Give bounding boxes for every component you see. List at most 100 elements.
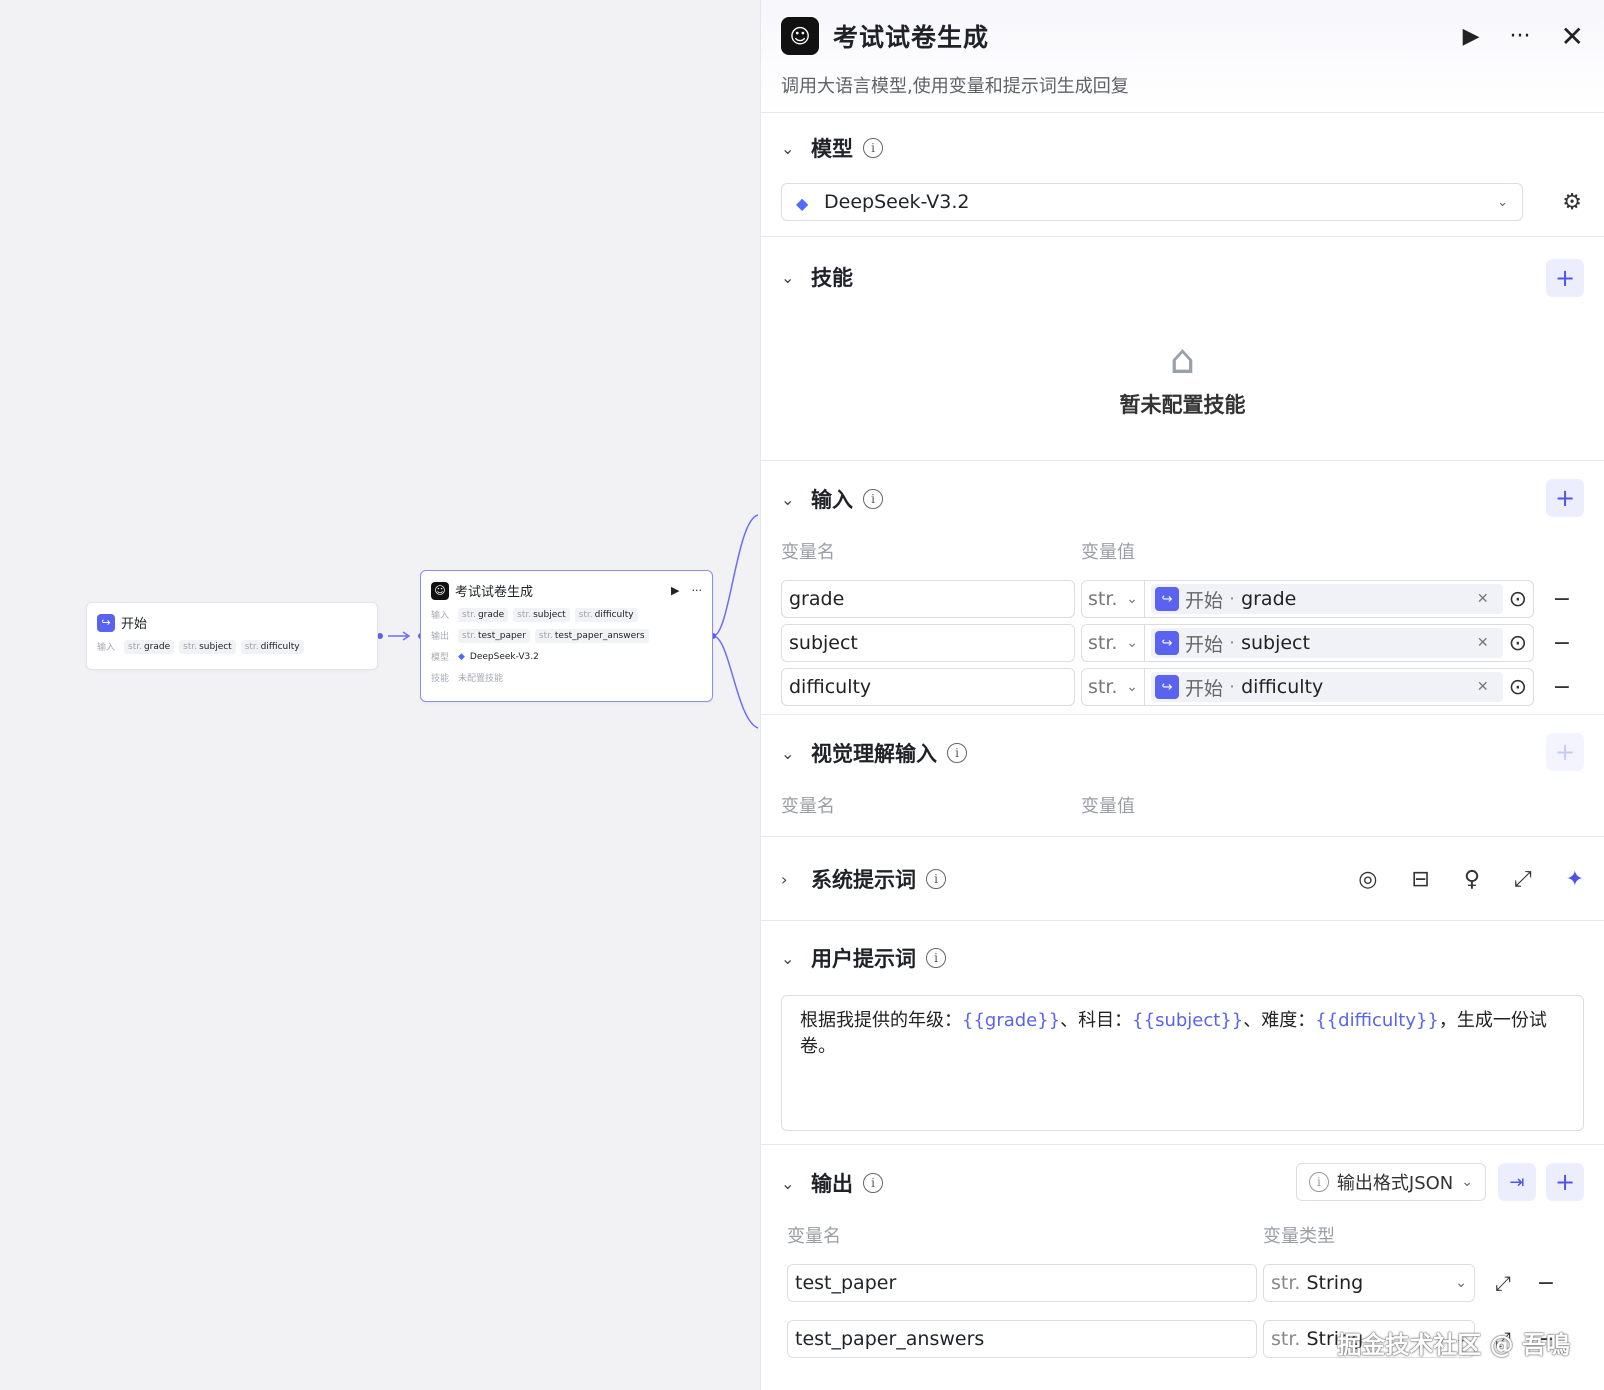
target-icon[interactable]: ⊙	[1509, 675, 1527, 700]
empty-box-icon: ⌂	[1169, 337, 1196, 383]
var-ref-field[interactable]: ↪ 开始 · subject ✕ ⊙	[1145, 624, 1534, 662]
add-output-button[interactable]: +	[1546, 1163, 1584, 1201]
var-type-select[interactable]: str. ⌄	[1081, 580, 1145, 618]
prompt-text: 根据我提供的年级：	[800, 1010, 962, 1031]
chevron-down-icon[interactable]: ⌄	[781, 1174, 811, 1193]
panel-description[interactable]: 调用大语言模型,使用变量和提示词生成回复	[781, 72, 1584, 98]
add-input-button[interactable]: +	[1546, 479, 1584, 517]
start-node[interactable]: ↪ 开始 输入 str. grade str. subject str. diffic…	[86, 602, 378, 670]
output-label: 输出	[431, 632, 450, 642]
user-prompt-section: ⌄ 用户提示词 i 根据我提供的年级：{{grade}}、科目：{{subjec…	[761, 921, 1604, 1145]
user-prompt-editor[interactable]: 根据我提供的年级：{{grade}}、科目：{{subject}}、难度：{{d…	[781, 995, 1584, 1131]
info-icon[interactable]: i	[926, 948, 946, 968]
output-format-select[interactable]: i 输出格式JSON ⌄	[1295, 1163, 1486, 1201]
input-row: difficulty str. ⌄ ↪ 开始 · difficulty ✕ ⊙ −	[781, 665, 1584, 709]
remove-input-button[interactable]: −	[1540, 675, 1584, 700]
inputs-section: ⌄ 输入 i + 变量名 变量值 grade str. ⌄ ↪ 开始 · grad…	[761, 461, 1604, 715]
model-select[interactable]: ◆ DeepSeek-V3.2 ⌄	[781, 183, 1523, 221]
vision-input-section: ⌄ 视觉理解输入 i + 变量名 变量值	[761, 715, 1604, 837]
section-title: 用户提示词	[811, 947, 916, 971]
prompt-library-icon[interactable]: ⊟	[1411, 867, 1429, 892]
llm-node-outputs: 输出 str. test_paper str. test_paper_answers	[421, 625, 712, 646]
lightbulb-icon[interactable]: ♀	[1464, 867, 1480, 892]
workflow-canvas[interactable]: ↪ 开始 输入 str. grade str. subject str. diffic…	[0, 0, 760, 1390]
chevron-down-icon: ⌄	[1126, 679, 1138, 695]
expand-icon[interactable]: ⤢	[1481, 1271, 1525, 1295]
col-label-type: 变量类型	[1263, 1226, 1335, 1247]
model-section: ⌄ 模型 i ◆ DeepSeek-V3.2 ⌄ ⚙	[761, 113, 1604, 237]
gear-icon[interactable]: ⚙	[1562, 190, 1582, 215]
info-icon[interactable]: i	[926, 869, 946, 889]
clear-icon[interactable]: ✕	[1477, 591, 1489, 607]
section-title: 模型	[811, 137, 853, 161]
play-icon[interactable]: ▶	[671, 584, 679, 597]
expand-icon[interactable]: ⤢	[1514, 867, 1532, 892]
info-icon[interactable]: i	[863, 138, 883, 158]
info-icon[interactable]: i	[863, 1173, 883, 1193]
compass-icon[interactable]: ◎	[1358, 867, 1377, 892]
var-chip: str. subject	[513, 607, 570, 622]
var-name-field[interactable]: subject	[781, 624, 1075, 662]
play-icon[interactable]: ▶	[1463, 24, 1480, 49]
output-name-field[interactable]: test_paper	[787, 1264, 1257, 1302]
var-ref-field[interactable]: ↪ 开始 · difficulty ✕ ⊙	[1145, 668, 1534, 706]
var-chip: str. grade	[124, 639, 175, 654]
var-type-select[interactable]: str. ⌄	[1081, 668, 1145, 706]
clear-icon[interactable]: ✕	[1477, 679, 1489, 695]
prompt-text: 、科目：	[1060, 1010, 1133, 1031]
output-row: test_paper str. String ⌄ ⤢ −	[781, 1255, 1584, 1311]
remove-input-button[interactable]: −	[1540, 631, 1584, 656]
section-title: 输入	[811, 488, 853, 512]
skills-empty-state: ⌂ 暂未配置技能	[781, 317, 1584, 419]
output-type-select[interactable]: str. String ⌄	[1263, 1264, 1475, 1302]
add-skill-button[interactable]: +	[1546, 259, 1584, 297]
var-chip: str. difficulty	[574, 607, 638, 622]
var-name-field[interactable]: difficulty	[781, 668, 1075, 706]
deepseek-icon: ◆	[796, 194, 809, 213]
llm-node[interactable]: ☺ 考试试卷生成 ▶ ··· 输入 str. grade str. subject …	[420, 570, 713, 702]
input-label: 输入	[431, 611, 450, 621]
edge-out-bottom	[712, 635, 759, 729]
var-chip: str. subject	[179, 639, 236, 654]
var-chip: str. grade	[458, 607, 509, 622]
chevron-down-icon[interactable]: ⌄	[781, 268, 811, 287]
var-chip: str. test_paper_answers	[534, 628, 649, 643]
prompt-var: {{grade}}	[962, 1010, 1061, 1031]
chevron-down-icon: ⌄	[1126, 635, 1138, 651]
panel-title[interactable]: 考试试卷生成	[833, 18, 989, 54]
remove-output-button[interactable]: −	[1531, 1271, 1561, 1296]
llm-logo-icon: ☺	[431, 581, 449, 600]
model-name: DeepSeek-V3.2	[469, 651, 539, 662]
clear-icon[interactable]: ✕	[1477, 635, 1489, 651]
info-icon[interactable]: i	[863, 489, 883, 509]
chevron-down-icon[interactable]: ⌄	[781, 490, 811, 509]
chevron-down-icon[interactable]: ⌄	[781, 949, 811, 968]
chevron-down-icon[interactable]: ⌄	[781, 744, 811, 763]
chevron-right-icon[interactable]: ›	[781, 870, 811, 889]
panel-header: ☺ 考试试卷生成 ▶ ··· ✕ 调用大语言模型,使用变量和提示词生成回复	[761, 0, 1604, 113]
close-icon[interactable]: ✕	[1561, 20, 1584, 53]
import-icon[interactable]: ⇥	[1498, 1163, 1536, 1201]
start-node-inputs: 输入 str. grade str. subject str. difficulty	[87, 636, 377, 657]
target-icon[interactable]: ⊙	[1509, 587, 1527, 612]
var-type-select[interactable]: str. ⌄	[1081, 624, 1145, 662]
prompt-var: {{subject}}	[1132, 1010, 1244, 1031]
skill-label: 技能	[431, 674, 450, 684]
model-selected: DeepSeek-V3.2	[824, 191, 970, 213]
prompt-var: {{difficulty}}	[1315, 1010, 1439, 1031]
add-vision-input-button[interactable]: +	[1546, 733, 1584, 771]
var-name-field[interactable]: grade	[781, 580, 1075, 618]
llm-node-inputs: 输入 str. grade str. subject str. difficulty	[421, 604, 712, 625]
section-title: 输出	[811, 1172, 853, 1196]
more-icon[interactable]: ···	[1510, 24, 1531, 49]
section-title: 系统提示词	[811, 868, 916, 892]
info-icon[interactable]: i	[947, 743, 967, 763]
col-label-value: 变量值	[1081, 542, 1135, 563]
output-name-field[interactable]: test_paper_answers	[787, 1320, 1257, 1358]
chevron-down-icon[interactable]: ⌄	[781, 139, 811, 158]
remove-input-button[interactable]: −	[1540, 587, 1584, 612]
sparkle-icon[interactable]: ✦	[1566, 867, 1584, 892]
more-icon[interactable]: ···	[692, 584, 703, 597]
var-ref-field[interactable]: ↪ 开始 · grade ✕ ⊙	[1145, 580, 1534, 618]
target-icon[interactable]: ⊙	[1509, 631, 1527, 656]
